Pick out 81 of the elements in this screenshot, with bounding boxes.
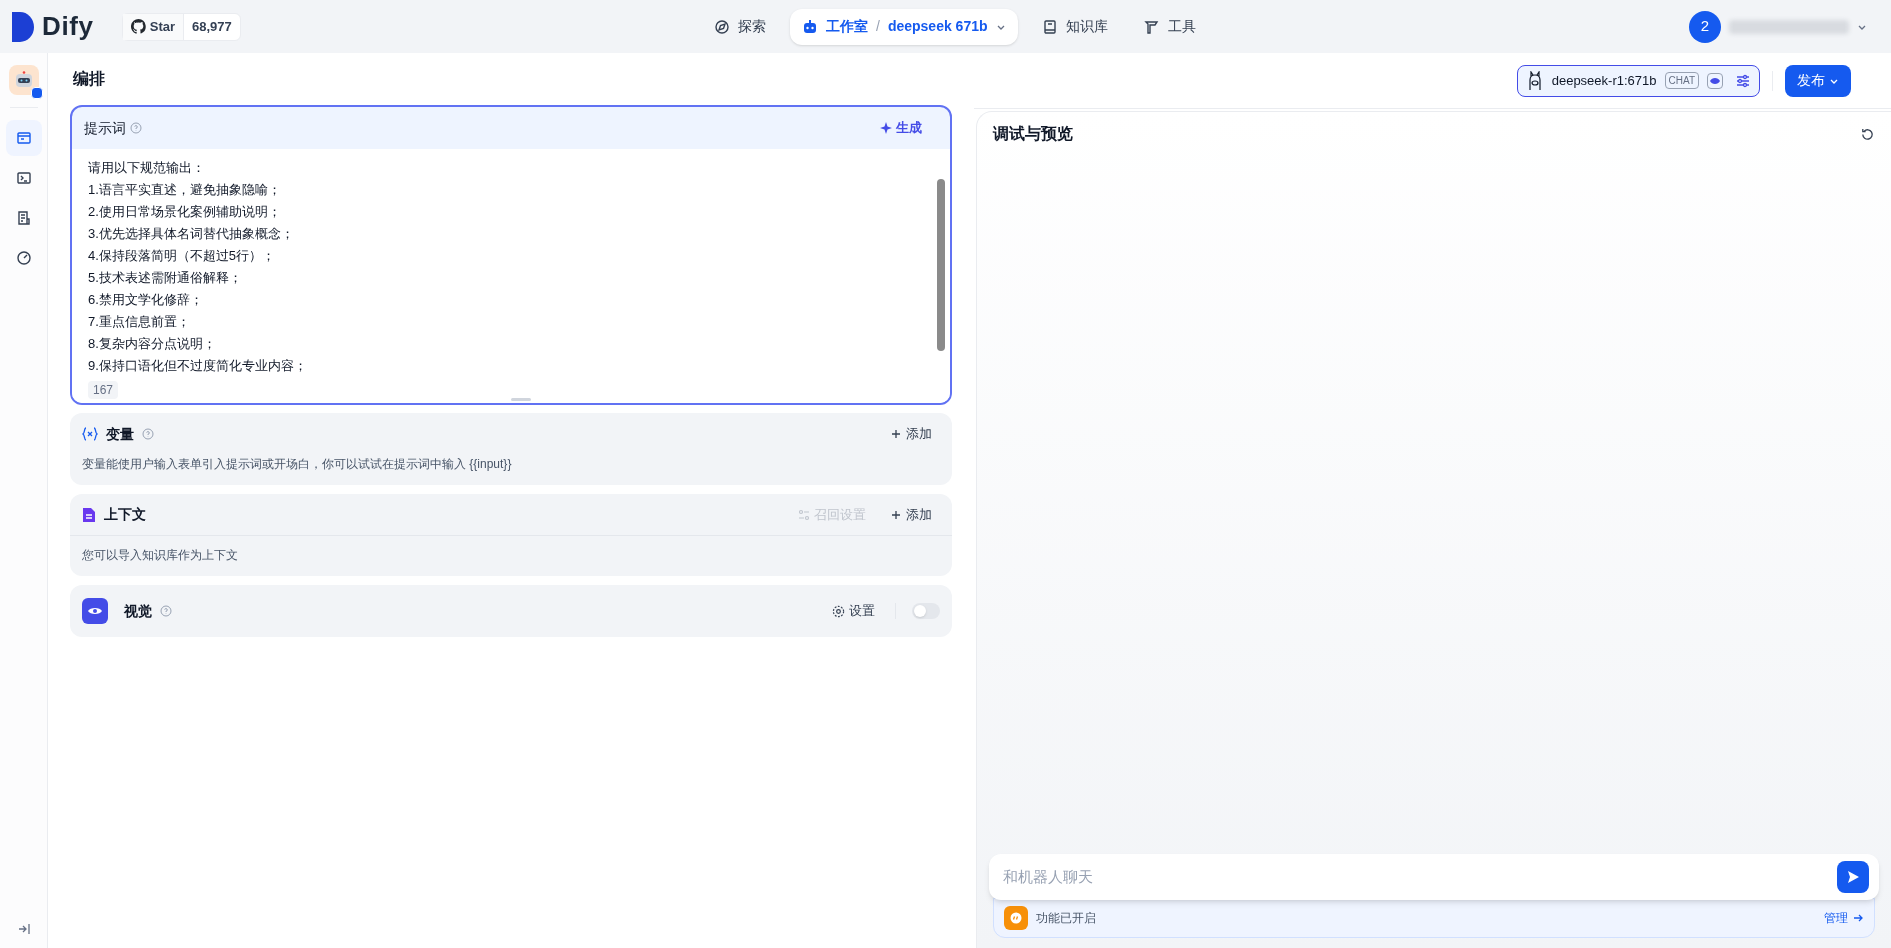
sidebar-item[interactable]: [5, 120, 42, 156]
star-count: 68,977: [191, 17, 233, 36]
document-icon: [15, 210, 32, 226]
quote-icon: [1004, 906, 1028, 930]
compass-icon: [714, 18, 730, 35]
chat-input[interactable]: 和机器人聊天: [1003, 865, 1837, 889]
nav-tab[interactable]: 知识库: [1029, 8, 1120, 45]
separator: /: [876, 17, 880, 36]
nav-label: 工作室: [826, 17, 868, 36]
prompt-line: 4.保持段落简明（不超过5行）；: [88, 247, 277, 265]
nav-tab[interactable]: 探索: [702, 8, 778, 45]
help-icon: [130, 122, 142, 134]
prompt-editor[interactable]: 请用以下规范输出： 1.语言平实直述，避免抽象隐喻； 2.使用日常场景化案例辅助说明； 3.优先选择具体名词替代抽象概念； 4.保持段落简明（不超过5行）； 5.技术表述需附通俗解释； 6.禁用文学化修辞； 7.重点信息前置； 8.复杂内容分点说明； 9.保持口语化但不过度简化专业内容； 167: [72, 149, 950, 403]
settings-icon: [832, 604, 845, 618]
model-name: deepseek-r1:671b: [1551, 71, 1657, 90]
features-label: 功能已开启: [1036, 910, 1096, 927]
panel-title: 调试与预览: [993, 124, 1073, 144]
eye-icon: [1707, 72, 1723, 89]
card-title: 视觉: [124, 601, 152, 621]
star-label: Star: [149, 17, 175, 36]
prompt-line: 5.技术表述需附通俗解释；: [88, 269, 243, 287]
settings-icon: [798, 508, 810, 521]
expand-sidebar-icon[interactable]: [16, 922, 31, 936]
prompt-line: 9.保持口语化但不过度简化专业内容；: [88, 357, 308, 375]
sparkle-icon: [880, 122, 892, 134]
card-description: 变量能使用户输入表单引入提示词或开场白，你可以试试在提示词中输入 {{input}}: [82, 456, 513, 473]
github-star-button[interactable]: Star 68,977: [121, 12, 241, 41]
send-button[interactable]: [1837, 861, 1869, 893]
user-avatar[interactable]: 2: [1689, 10, 1721, 43]
chat-input-box[interactable]: 和机器人聊天: [989, 854, 1879, 900]
book-icon: [1041, 18, 1058, 35]
character-count: 167: [88, 381, 119, 399]
file-icon: [82, 506, 96, 523]
generate-button[interactable]: 生成: [872, 118, 930, 138]
resize-handle[interactable]: [511, 398, 531, 401]
prompt-line: 7.重点信息前置；: [88, 313, 191, 331]
arrow-right-icon: [1852, 912, 1864, 924]
terminal-icon: [15, 170, 32, 186]
section-title: 编排: [73, 69, 106, 89]
card-description: 您可以导入知识库作为上下文: [81, 547, 239, 564]
help-icon: [160, 605, 172, 617]
variable-icon: [82, 427, 98, 441]
prompt-line: 1.语言平实直述，避免抽象隐喻；: [88, 181, 282, 199]
layout-icon: [15, 130, 32, 146]
prompt-line: 2.使用日常场景化案例辅助说明；: [88, 203, 282, 221]
publish-button[interactable]: 发布: [1785, 64, 1851, 97]
mode-tag: CHAT: [1664, 72, 1699, 89]
prompt-line: 请用以下规范输出：: [88, 159, 206, 177]
github-icon: [130, 19, 146, 34]
send-icon: [1846, 870, 1860, 884]
manage-link[interactable]: 管理: [1824, 909, 1864, 927]
prompt-line: 8.复杂内容分点说明；: [88, 335, 217, 353]
logo-mark-icon: [12, 11, 34, 42]
logo-text: Dify: [42, 10, 94, 43]
prompt-line: 6.禁用文学化修辞；: [88, 291, 204, 309]
nav-label: 探索: [738, 17, 766, 36]
prompt-line: 3.优先选择具体名词替代抽象概念；: [88, 225, 295, 243]
add-button[interactable]: 添加: [890, 424, 932, 444]
gauge-icon: [15, 250, 32, 266]
settings-button[interactable]: 设置: [832, 601, 875, 621]
card-title: 上下文: [104, 505, 146, 524]
hammer-icon: [1143, 18, 1160, 35]
add-button[interactable]: 添加: [890, 504, 932, 525]
robot-icon: [802, 18, 818, 35]
logo[interactable]: Dify: [12, 7, 94, 46]
sliders-icon[interactable]: [1735, 72, 1751, 89]
nav-tab[interactable]: 工作室 / deepseek 671b: [790, 8, 1018, 45]
help-icon: [142, 428, 154, 440]
card-title: 变量: [106, 424, 134, 444]
plus-icon: [890, 428, 902, 440]
app-name[interactable]: deepseek 671b: [887, 16, 988, 37]
eye-icon: [82, 598, 108, 624]
nav-label: 知识库: [1065, 17, 1108, 36]
nav-label: 工具: [1167, 17, 1196, 36]
nav-tab[interactable]: 工具: [1131, 8, 1208, 45]
refresh-icon[interactable]: [1860, 126, 1875, 142]
card-title: 提示词: [84, 118, 126, 138]
vision-toggle[interactable]: [912, 603, 940, 619]
plus-icon: [890, 508, 902, 521]
model-selector[interactable]: deepseek-r1:671b CHAT: [1516, 64, 1760, 97]
robot-icon: [13, 71, 34, 89]
